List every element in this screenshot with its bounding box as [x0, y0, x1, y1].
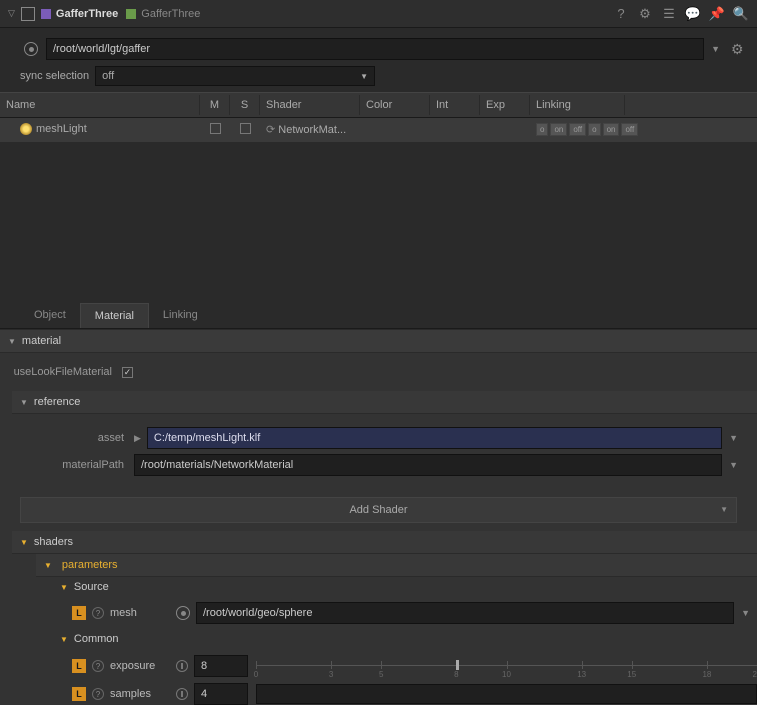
sync-select[interactable]: off ▼ [95, 66, 375, 86]
materialpath-label: materialPath [24, 459, 134, 471]
shaders-title: shaders [34, 536, 73, 548]
linking-buttons[interactable]: oonoffoonoff [536, 123, 619, 136]
materialpath-input[interactable]: /root/materials/NetworkMaterial [134, 454, 722, 476]
table-row[interactable]: meshLight ⟳ NetworkMat... oonoffoonoff [0, 118, 757, 143]
collapse-icon[interactable]: ▽ [8, 8, 15, 19]
path-dropdown-icon[interactable]: ▼ [704, 44, 727, 54]
local-badge[interactable]: L [72, 606, 86, 620]
keyframe-icon[interactable] [176, 660, 188, 672]
local-badge[interactable]: L [72, 687, 86, 701]
node-type-icon [126, 9, 136, 19]
scope-icon[interactable] [176, 606, 190, 620]
mute-checkbox[interactable] [210, 123, 221, 134]
asset-row: asset ▶ C:/temp/meshLight.klf ▼ [24, 427, 745, 449]
parameters-title: parameters [62, 559, 118, 571]
samples-row: L ? samples [12, 683, 757, 705]
keyframe-icon[interactable] [176, 688, 188, 700]
sync-value: off [102, 70, 114, 82]
materialpath-row: materialPath /root/materials/NetworkMate… [24, 454, 745, 476]
col-mute[interactable]: M [200, 95, 230, 115]
tab-object[interactable]: Object [20, 303, 80, 328]
disclosure-icon: ▼ [20, 538, 28, 547]
parameters-section-header[interactable]: ▼ parameters [36, 554, 757, 577]
chevron-down-icon: ▼ [360, 72, 368, 81]
uselookfile-row: useLookFileMaterial ✓ [12, 366, 745, 378]
col-linking[interactable]: Linking [530, 95, 625, 115]
samples-input[interactable] [194, 683, 248, 705]
col-shader[interactable]: Shader [260, 95, 360, 115]
comment-icon[interactable]: 💬 [685, 6, 701, 22]
disclosure-icon: ▼ [44, 561, 52, 570]
search-icon[interactable]: 🔍 [733, 6, 749, 22]
scope-icon[interactable] [24, 42, 38, 56]
window-titlebar: ▽ GafferThree GafferThree ? ⚙ ☰ 💬 📌 🔍 [0, 0, 757, 28]
table-header: Name M S Shader Color Int Exp Linking [0, 92, 757, 118]
add-shader-label: Add Shader [349, 504, 407, 516]
asset-dropdown-icon[interactable]: ▼ [722, 433, 745, 443]
pin-icon[interactable]: 📌 [709, 6, 725, 22]
sync-label: sync selection [20, 70, 89, 82]
col-solo[interactable]: S [230, 95, 260, 115]
common-group-header[interactable]: ▼ Common [12, 629, 757, 649]
row-name: meshLight [36, 123, 87, 135]
material-section-header[interactable]: ▼ material [0, 330, 757, 353]
settings-icon[interactable]: ⚙ [637, 6, 653, 22]
uselookfile-label: useLookFileMaterial [12, 366, 122, 378]
common-title: Common [74, 633, 119, 645]
help-icon[interactable]: ? [92, 660, 104, 672]
asset-expand-icon[interactable]: ▶ [134, 433, 141, 444]
chevron-down-icon: ▼ [720, 505, 728, 514]
disclosure-icon: ▼ [60, 635, 68, 644]
add-shader-button[interactable]: Add Shader ▼ [20, 497, 737, 523]
col-color[interactable]: Color [360, 95, 430, 115]
disclosure-icon: ▼ [60, 583, 68, 592]
samples-label: samples [110, 688, 170, 700]
disclosure-icon: ▼ [8, 337, 16, 346]
reference-section-header[interactable]: ▼ reference [12, 391, 757, 414]
mesh-input[interactable]: /root/world/geo/sphere [196, 602, 734, 624]
materialpath-dropdown-icon[interactable]: ▼ [722, 460, 745, 470]
mesh-label: mesh [110, 607, 170, 619]
source-group-header[interactable]: ▼ Source [12, 577, 757, 597]
source-title: Source [74, 581, 109, 593]
tab-material[interactable]: Material [80, 303, 149, 328]
shaders-section-header[interactable]: ▼ shaders [12, 531, 757, 554]
samples-track[interactable] [256, 684, 757, 704]
path-input[interactable]: /root/world/lgt/gaffer [46, 38, 704, 60]
col-name[interactable]: Name [0, 95, 200, 115]
exposure-input[interactable] [194, 655, 248, 677]
light-icon [20, 123, 32, 135]
tree-empty-area [0, 143, 757, 303]
tab-linking[interactable]: Linking [149, 303, 212, 328]
mesh-dropdown-icon[interactable]: ▼ [734, 608, 757, 618]
exposure-label: exposure [110, 660, 170, 672]
exposure-slider[interactable]: 03581013151820 [256, 654, 757, 678]
detail-tabs: Object Material Linking [0, 303, 757, 329]
asset-label: asset [24, 432, 134, 444]
document-icon[interactable] [21, 7, 35, 21]
row-shader: NetworkMat... [278, 124, 346, 136]
help-icon[interactable]: ? [92, 688, 104, 700]
asset-input[interactable]: C:/temp/meshLight.klf [147, 427, 722, 449]
disclosure-icon: ▼ [20, 398, 28, 407]
help-icon[interactable]: ? [613, 6, 629, 22]
node-subtitle: GafferThree [141, 8, 200, 20]
mesh-row: L ? mesh /root/world/geo/sphere ▼ [12, 602, 757, 624]
col-exp[interactable]: Exp [480, 95, 530, 115]
path-settings-icon[interactable]: ⚙ [731, 41, 747, 57]
node-title: GafferThree [56, 8, 118, 20]
uselookfile-checkbox[interactable]: ✓ [122, 367, 133, 378]
refresh-icon[interactable]: ⟳ [266, 124, 275, 136]
reference-title: reference [34, 396, 80, 408]
col-int[interactable]: Int [430, 95, 480, 115]
path-row: /root/world/lgt/gaffer ▼ ⚙ [0, 28, 757, 66]
node-color-icon [41, 9, 51, 19]
filter-icon[interactable]: ☰ [661, 6, 677, 22]
exposure-row: L ? exposure 03581013151820 [12, 654, 757, 678]
local-badge[interactable]: L [72, 659, 86, 673]
help-icon[interactable]: ? [92, 607, 104, 619]
solo-checkbox[interactable] [240, 123, 251, 134]
material-title: material [22, 335, 61, 347]
sync-row: sync selection off ▼ [0, 66, 757, 92]
